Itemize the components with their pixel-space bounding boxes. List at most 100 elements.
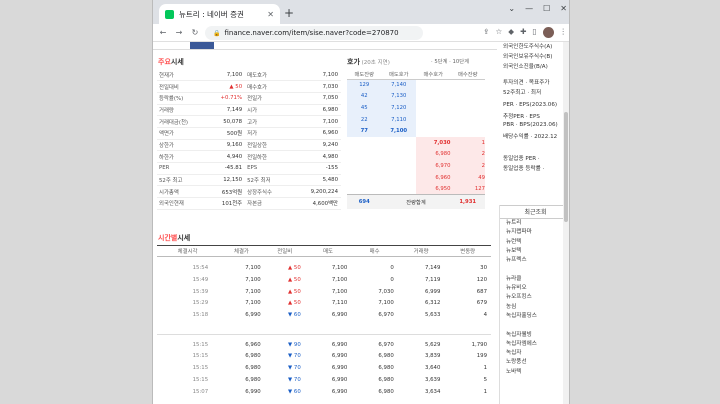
close-tab-icon[interactable]: ✕ [267, 10, 274, 19]
time-row: 15:39 7,100 ▲ 50 7,100 7,030 6,999 687 [157, 286, 491, 298]
hoga-header: 매수잔량 [450, 69, 485, 80]
hoga-ask-row: 45 7,120 [347, 102, 485, 114]
quote-label: 전일대비 [157, 80, 213, 93]
menu-icon[interactable]: ⋮ [560, 27, 568, 38]
recent-item [500, 321, 569, 330]
bookmark-star-icon[interactable]: ☆ [496, 27, 503, 38]
time-cell: 6,980 [378, 388, 394, 395]
recent-item[interactable]: 뉴보텍 [500, 247, 569, 256]
time-cell: 15:49 [192, 277, 209, 284]
time-row: 15:18 6,990 ▼ 60 6,990 6,970 5,633 4 [157, 309, 491, 321]
recent-item[interactable]: 노바텍 [500, 368, 569, 377]
time-cell: 6,980 [245, 353, 261, 360]
forward-icon[interactable]: → [173, 28, 185, 37]
recent-item[interactable]: 뉴프렉스 [500, 256, 569, 265]
puzzle-icon[interactable]: ✚ [520, 27, 526, 38]
time-cell: ▲ 50 [288, 265, 301, 272]
recent-item[interactable]: 뉴트리 [500, 219, 569, 228]
total-ask-volume: 694 [347, 194, 382, 209]
quote-row: 전일대비 ▲ 50 매수호가 7,030 [157, 80, 341, 93]
quote-label: 고가 [245, 115, 301, 128]
recent-item[interactable]: 뉴유비오 [500, 284, 569, 293]
time-cell: 7,100 [331, 288, 348, 295]
time-cell: 6,990 [331, 376, 348, 383]
hoga-ask-row: 22 7,110 [347, 113, 486, 126]
empty-cell [382, 149, 417, 161]
recent-item[interactable]: 뉴오프킹스 [500, 293, 569, 302]
share-icon[interactable]: ⇪ [483, 27, 489, 38]
time-cell: 1,790 [471, 341, 487, 348]
empty-cell [382, 160, 417, 172]
recent-item[interactable]: 노랑풍선 [500, 358, 569, 367]
quote-value: 6,960 [300, 127, 341, 140]
extension-icon[interactable]: ◆ [508, 27, 514, 38]
quote-label: EPS [245, 162, 301, 175]
url-text: finance.naver.com/item/sise.naver?code=2… [224, 29, 399, 37]
sidebar-text: 배당수익률 · 2022.12 [503, 134, 558, 140]
time-cell: 7,110 [331, 300, 348, 307]
quote-row: PER -45.81 EPS -155 [157, 162, 341, 175]
time-cell: 1 [483, 388, 487, 395]
recent-item[interactable]: 뉴런텍 [500, 238, 569, 247]
ask-price: 7,100 [381, 125, 416, 137]
hoga-bid-row: 6,980 2 [347, 148, 485, 161]
tab-title: 뉴트리 : 네이버 증권 [179, 9, 244, 19]
browser-tab[interactable]: 뉴트리 : 네이버 증권 ✕ [159, 4, 280, 24]
quote-value: 4,980 [300, 150, 341, 163]
recent-item[interactable]: 뉴지랩파마 [500, 228, 569, 237]
minimize-icon[interactable]: — [525, 4, 533, 13]
recent-item[interactable]: 농심 [500, 303, 569, 312]
recent-item[interactable]: 녹십자 [500, 349, 569, 358]
hoga-header: 매도호가 [381, 69, 416, 80]
active-subnav-tab[interactable] [190, 42, 214, 49]
time-section-title: 시간별시세 [158, 234, 191, 242]
new-tab-icon[interactable]: + [281, 5, 297, 21]
maximize-icon[interactable]: ☐ [543, 4, 550, 13]
sidepanel-icon[interactable]: ▯ [532, 27, 536, 38]
hoga-step-links[interactable]: · 5단계 · 10단계 [431, 57, 469, 65]
time-cell: 0 [390, 277, 394, 284]
time-cell: 6,980 [245, 365, 261, 372]
recent-item[interactable]: 녹십자엠에스 [500, 340, 569, 349]
hoga-bid-row: 7,030 1 [347, 136, 485, 149]
quote-label: 전일하한 [245, 150, 301, 163]
back-icon[interactable]: ← [157, 28, 169, 37]
time-row: 15:15 6,980 ▼ 70 6,990 6,980 3,839 199 [157, 351, 491, 363]
page-scrollbar[interactable] [563, 42, 569, 404]
lock-icon: 🔒 [213, 29, 221, 37]
quote-value: 653억원 [212, 185, 246, 199]
reload-icon[interactable]: ↻ [189, 28, 201, 37]
quote-value: 7,050 [300, 92, 341, 105]
sidebar-text: 외국인소진율(B/A) [503, 64, 548, 70]
time-cell: ▼ 70 [288, 376, 301, 383]
address-bar[interactable]: 🔒 finance.naver.com/item/sise.naver?code… [205, 26, 423, 40]
scrollbar-thumb[interactable] [564, 112, 568, 222]
empty-cell [347, 137, 382, 149]
bid-price: 6,970 [416, 160, 451, 172]
quote-value: 7,149 [212, 104, 246, 117]
time-cell: ▼ 60 [288, 312, 301, 319]
time-row: 15:29 7,100 ▲ 50 7,110 7,100 6,312 679 [157, 298, 491, 310]
time-cell: 7,100 [245, 288, 261, 295]
empty-cell [451, 114, 486, 126]
toolbar-icons: ⇪ ☆ ◆ ✚ ▯ ⋮ [483, 27, 567, 38]
quote-value: -45.81 [212, 162, 246, 175]
recent-item[interactable]: 뉴라클 [500, 275, 569, 284]
bid-volume: 1 [450, 136, 485, 149]
window-controls: ⌄ — ☐ ✕ [508, 4, 567, 13]
quote-label: 거래대금(천) [157, 115, 213, 128]
recent-item [500, 265, 569, 274]
quote-value: 4,940 [212, 150, 246, 163]
recent-item[interactable]: 녹십자웰빙 [500, 331, 569, 340]
recent-item[interactable]: 녹십자홀딩스 [500, 312, 569, 321]
tab-strip: 뉴트리 : 네이버 증권 ✕ + ⌄ — ☐ ✕ [153, 0, 569, 24]
close-window-icon[interactable]: ✕ [560, 4, 567, 13]
quote-label: 시가 [245, 104, 301, 117]
time-cell: ▲ 50 [288, 288, 301, 295]
profile-avatar[interactable] [542, 27, 554, 38]
tab-search-icon[interactable]: ⌄ [508, 4, 515, 13]
time-cell: 3,839 [424, 353, 441, 360]
time-cell: 0 [390, 265, 394, 272]
time-cell: 5,629 [424, 341, 441, 348]
time-cell: ▲ 50 [288, 277, 301, 284]
